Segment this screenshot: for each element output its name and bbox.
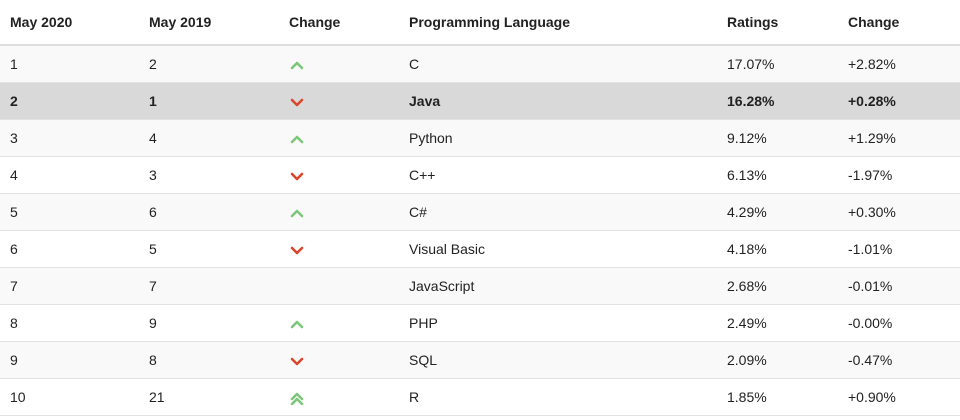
rank-2019-cell: 3	[139, 156, 279, 194]
header-may-2019[interactable]: May 2019	[139, 0, 279, 46]
trend-cell	[279, 45, 399, 83]
rating-change-cell: -0.47%	[838, 341, 960, 379]
rank-2020-cell: 5	[0, 193, 139, 231]
rank-2020-cell: 3	[0, 119, 139, 157]
table-row[interactable]: 4 3 C++ 6.13% -1.97%	[0, 156, 960, 194]
chevron-up-icon	[289, 206, 305, 220]
language-cell: JavaScript	[399, 267, 717, 305]
trend-cell	[279, 119, 399, 157]
header-row: May 2020 May 2019 Change Programming Lan…	[0, 0, 960, 46]
ratings-cell: 6.13%	[717, 156, 838, 194]
trend-cell	[279, 82, 399, 120]
language-cell: C#	[399, 193, 717, 231]
rating-change-cell: +0.30%	[838, 193, 960, 231]
chevron-down-icon	[289, 243, 305, 257]
ratings-cell: 16.28%	[717, 82, 838, 120]
table-row[interactable]: 7 7 JavaScript 2.68% -0.01%	[0, 267, 960, 305]
language-cell: C++	[399, 156, 717, 194]
rating-change-cell: -0.01%	[838, 267, 960, 305]
rank-2020-cell: 2	[0, 82, 139, 120]
chevron-down-icon	[289, 169, 305, 183]
rank-2020-cell: 10	[0, 378, 139, 416]
rank-2020-cell: 4	[0, 156, 139, 194]
table-row[interactable]: 3 4 Python 9.12% +1.29%	[0, 119, 960, 157]
ratings-cell: 9.12%	[717, 119, 838, 157]
rating-change-cell: -0.00%	[838, 304, 960, 342]
trend-cell	[279, 341, 399, 379]
rank-2019-cell: 1	[139, 82, 279, 120]
table-row[interactable]: 1 2 C 17.07% +2.82%	[0, 45, 960, 83]
table-row[interactable]: 2 1 Java 16.28% +0.28%	[0, 82, 960, 120]
language-ranking-table: May 2020 May 2019 Change Programming Lan…	[0, 0, 960, 416]
language-cell: Java	[399, 82, 717, 120]
language-cell: R	[399, 378, 717, 416]
header-programming-language[interactable]: Programming Language	[399, 0, 717, 46]
table-row[interactable]: 9 8 SQL 2.09% -0.47%	[0, 341, 960, 379]
rating-change-cell: +0.90%	[838, 378, 960, 416]
chevron-up-icon	[289, 58, 305, 72]
rating-change-cell: -1.01%	[838, 230, 960, 268]
rank-2020-cell: 8	[0, 304, 139, 342]
header-ratings[interactable]: Ratings	[717, 0, 838, 46]
ratings-cell: 4.18%	[717, 230, 838, 268]
ratings-cell: 4.29%	[717, 193, 838, 231]
chevron-down-icon	[289, 354, 305, 368]
rating-change-cell: +0.28%	[838, 82, 960, 120]
ratings-cell: 2.09%	[717, 341, 838, 379]
rank-2019-cell: 5	[139, 230, 279, 268]
rank-2020-cell: 6	[0, 230, 139, 268]
ratings-cell: 2.49%	[717, 304, 838, 342]
double-chevron-up-icon	[289, 391, 305, 406]
rank-2019-cell: 8	[139, 341, 279, 379]
trend-cell	[279, 230, 399, 268]
rating-change-cell: +2.82%	[838, 45, 960, 83]
chevron-up-icon	[289, 132, 305, 146]
rank-2019-cell: 4	[139, 119, 279, 157]
language-cell: Visual Basic	[399, 230, 717, 268]
trend-cell	[279, 193, 399, 231]
rank-2019-cell: 6	[139, 193, 279, 231]
rank-2019-cell: 21	[139, 378, 279, 416]
trend-cell	[279, 378, 399, 416]
trend-cell	[279, 267, 399, 305]
trend-cell	[279, 156, 399, 194]
ratings-cell: 1.85%	[717, 378, 838, 416]
table-row[interactable]: 8 9 PHP 2.49% -0.00%	[0, 304, 960, 342]
header-rating-change[interactable]: Change	[838, 0, 960, 46]
language-cell: Python	[399, 119, 717, 157]
rank-2019-cell: 9	[139, 304, 279, 342]
language-cell: SQL	[399, 341, 717, 379]
rating-change-cell: -1.97%	[838, 156, 960, 194]
ratings-cell: 2.68%	[717, 267, 838, 305]
table-row[interactable]: 5 6 C# 4.29% +0.30%	[0, 193, 960, 231]
header-rank-change[interactable]: Change	[279, 0, 399, 46]
rank-2020-cell: 9	[0, 341, 139, 379]
table-row[interactable]: 10 21 R 1.85% +0.90%	[0, 378, 960, 416]
language-cell: PHP	[399, 304, 717, 342]
rank-2020-cell: 1	[0, 45, 139, 83]
chevron-down-icon	[289, 95, 305, 109]
trend-cell	[279, 304, 399, 342]
trend-empty	[289, 280, 305, 294]
rank-2019-cell: 2	[139, 45, 279, 83]
rank-2019-cell: 7	[139, 267, 279, 305]
table-row[interactable]: 6 5 Visual Basic 4.18% -1.01%	[0, 230, 960, 268]
ratings-cell: 17.07%	[717, 45, 838, 83]
language-cell: C	[399, 45, 717, 83]
rating-change-cell: +1.29%	[838, 119, 960, 157]
chevron-up-icon	[289, 317, 305, 331]
header-may-2020[interactable]: May 2020	[0, 0, 139, 46]
rank-2020-cell: 7	[0, 267, 139, 305]
